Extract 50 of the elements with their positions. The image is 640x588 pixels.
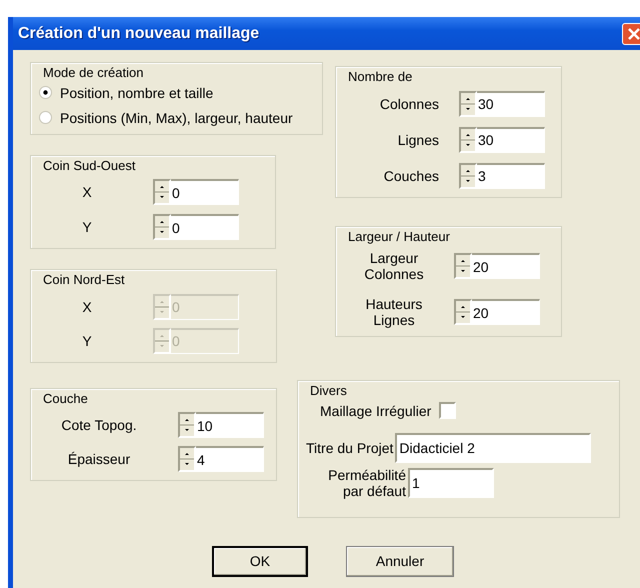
- text-field[interactable]: 1: [408, 468, 494, 498]
- field-label: Hauteurs Lignes: [364, 296, 424, 328]
- checkbox-label: Maillage Irrégulier: [320, 402, 432, 418]
- spin-buttons[interactable]: [178, 412, 196, 438]
- spin-buttons[interactable]: [153, 294, 171, 320]
- radio-button[interactable]: [39, 111, 52, 124]
- field-label: Colonnes: [378, 96, 439, 112]
- radio-button[interactable]: [39, 86, 52, 99]
- number-field[interactable]: 20: [472, 299, 540, 325]
- number-field[interactable]: 30: [477, 126, 545, 152]
- dialog-button[interactable]: Annuler: [346, 546, 454, 576]
- field-label: Y: [81, 219, 93, 235]
- spin-buttons[interactable]: [153, 179, 171, 205]
- number-field[interactable]: 30: [477, 90, 545, 116]
- field-label: Cote Topog.: [60, 417, 138, 433]
- spin-buttons[interactable]: [454, 253, 472, 279]
- group-title: Coin Sud-Ouest: [41, 158, 138, 174]
- number-field[interactable]: 0: [171, 179, 239, 205]
- field-label: Lignes: [396, 132, 439, 148]
- number-field[interactable]: 0: [171, 214, 239, 240]
- field-label: Couches: [382, 168, 439, 184]
- number-field[interactable]: 4: [196, 446, 264, 472]
- number-field[interactable]: 20: [472, 253, 540, 279]
- spin-buttons[interactable]: [459, 90, 477, 116]
- field-label: Titre du Projet: [306, 440, 394, 456]
- spin-buttons[interactable]: [153, 328, 171, 354]
- field-label: Y: [81, 332, 93, 348]
- text-field[interactable]: Didacticiel 2: [395, 433, 592, 463]
- group-title: Divers: [308, 382, 349, 398]
- dialog-button[interactable]: OK: [212, 546, 308, 576]
- field-label: Épaisseur: [66, 451, 132, 467]
- field-label: X: [81, 184, 93, 200]
- field-label: Largeur Colonnes: [363, 250, 425, 282]
- window-title: Création d'un nouveau maillage: [18, 24, 260, 44]
- spin-buttons[interactable]: [178, 446, 196, 472]
- option-label: Positions (Min, Max), largeur, hauteur: [60, 110, 293, 126]
- group-title: Couche: [41, 390, 90, 406]
- number-field[interactable]: 10: [196, 412, 264, 438]
- checkbox[interactable]: [439, 402, 456, 419]
- close-icon: [628, 28, 640, 40]
- spin-buttons[interactable]: [153, 214, 171, 240]
- spin-buttons[interactable]: [459, 126, 477, 152]
- close-button[interactable]: [622, 22, 640, 44]
- spin-buttons[interactable]: [459, 162, 477, 188]
- field-label: X: [81, 298, 93, 314]
- number-field[interactable]: 3: [477, 162, 545, 188]
- group-title: Largeur / Hauteur: [346, 228, 452, 244]
- option-label: Position, nombre et taille: [60, 84, 214, 100]
- spin-buttons[interactable]: [454, 299, 472, 325]
- field-label: Perméabilité par défaut: [327, 467, 406, 499]
